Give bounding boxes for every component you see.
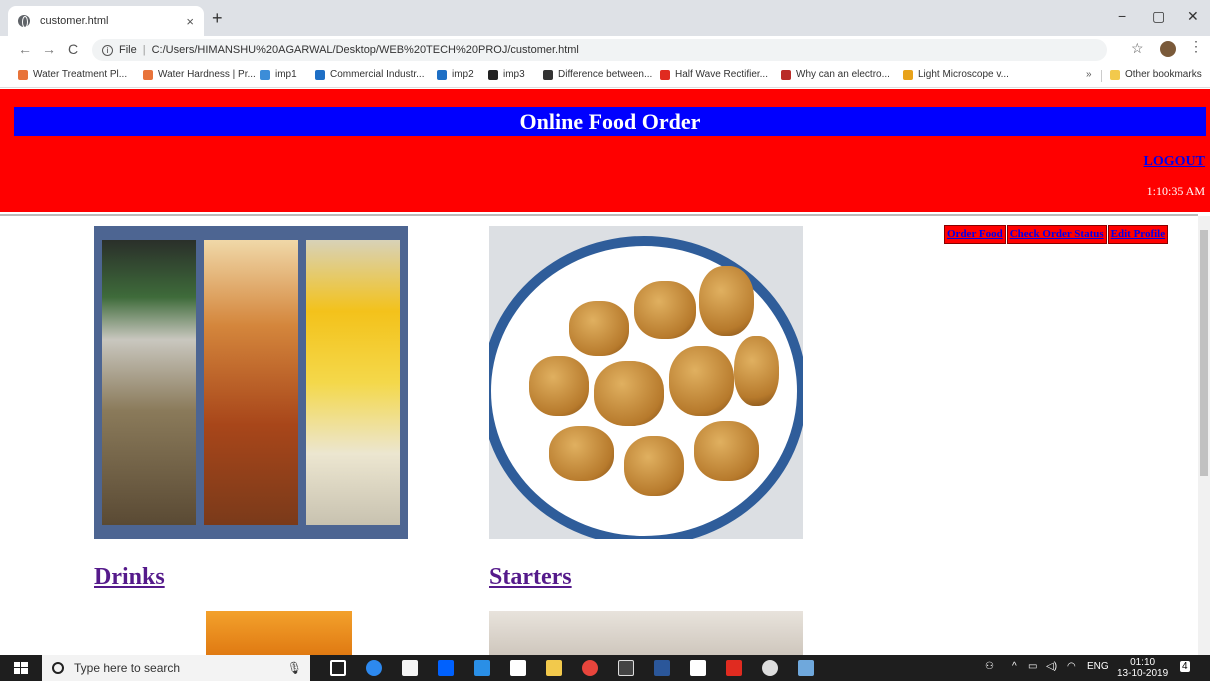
bookmarks-divider (1101, 70, 1102, 82)
main-course-image[interactable] (206, 611, 352, 655)
url-separator: | (142, 44, 146, 56)
bookmark-favicon-icon (315, 69, 325, 80)
site-header: Online Food Order LOGOUT 1:10:35 AM (0, 89, 1210, 212)
taskbar-search[interactable]: Type here to search 🎙 (42, 655, 310, 681)
order-food-link[interactable]: Order Food (944, 225, 1006, 244)
url-protocol: File (119, 44, 137, 56)
bookmark-favicon-icon (260, 69, 270, 80)
volume-icon[interactable]: ◁) (1046, 661, 1057, 672)
chrome-icon[interactable] (582, 660, 598, 676)
task-view-icon[interactable] (330, 660, 346, 676)
clock-date[interactable]: 01:10 13-10-2019 (1117, 657, 1168, 679)
bookmark-favicon-icon (543, 69, 553, 80)
file-explorer-icon[interactable] (546, 660, 562, 676)
bookmark-item[interactable]: Water Treatment Pl... (18, 69, 127, 80)
clock: 1:10:35 AM (1146, 184, 1205, 198)
windows-taskbar: Type here to search 🎙 ⚇ ^ ▭ ◁) ◠ ENG 01:… (0, 655, 1210, 681)
edit-profile-link[interactable]: Edit Profile (1107, 225, 1169, 244)
info-icon[interactable]: i (102, 44, 113, 56)
forward-button[interactable]: → (42, 41, 56, 57)
edge-icon[interactable] (366, 660, 382, 676)
customer-nav: Order Food Check Order Status Edit Profi… (944, 225, 1169, 244)
bookmark-item[interactable]: Why can an electro... (781, 69, 890, 80)
mail-icon[interactable] (510, 660, 526, 676)
scrollbar-thumb[interactable] (1200, 230, 1208, 476)
wifi-icon[interactable]: ◠ (1067, 661, 1076, 672)
close-window-button[interactable]: ✕ (1187, 8, 1199, 25)
maximize-button[interactable]: ▢ (1152, 8, 1165, 25)
app-icon[interactable] (474, 660, 490, 676)
notification-badge[interactable]: 4 (1180, 661, 1190, 672)
word-icon[interactable] (654, 660, 670, 676)
browser-menu-icon[interactable]: ⋮ (1189, 38, 1203, 55)
battery-icon[interactable]: ▭ (1028, 661, 1037, 672)
bookmark-item[interactable]: imp1 (260, 69, 297, 80)
chevron-up-icon[interactable]: ^ (1012, 661, 1017, 672)
bookmarks-bar: Water Treatment Pl... Water Hardness | P… (0, 64, 1210, 88)
bookmark-item[interactable]: Half Wave Rectifier... (660, 69, 768, 80)
bookmarks-overflow-icon[interactable]: » (1086, 69, 1092, 80)
reload-button[interactable]: C (68, 41, 78, 57)
starters-link[interactable]: Starters (489, 564, 572, 591)
other-bookmarks[interactable]: Other bookmarks (1110, 69, 1202, 80)
dessert-image[interactable] (489, 611, 803, 655)
page-scrollbar[interactable] (1198, 216, 1210, 655)
taskbar-date: 13-10-2019 (1117, 668, 1169, 679)
windows-start-icon[interactable] (14, 662, 28, 674)
acrobat-icon[interactable] (726, 660, 742, 676)
globe-icon (18, 15, 30, 28)
microphone-icon[interactable]: 🎙 (287, 661, 302, 675)
app-pin-icon[interactable] (798, 660, 814, 676)
dropbox-icon[interactable] (438, 660, 454, 676)
search-placeholder: Type here to search (74, 661, 181, 675)
taskbar-time: 01:10 (1130, 657, 1156, 668)
bookmark-favicon-icon (660, 69, 670, 80)
back-button[interactable]: ← (18, 41, 32, 57)
window-icon[interactable] (618, 660, 634, 676)
folder-icon (1110, 69, 1120, 80)
bookmark-item[interactable]: imp3 (488, 69, 525, 80)
browser-tab-strip: customer.html × + − ▢ ✕ (0, 0, 1210, 36)
url-text: C:/Users/HIMANSHU%20AGARWAL/Desktop/WEB%… (151, 44, 579, 56)
check-order-status-link[interactable]: Check Order Status (1006, 225, 1107, 244)
bookmark-favicon-icon (437, 69, 447, 80)
bookmark-favicon-icon (18, 69, 28, 80)
bookmark-favicon-icon (781, 69, 791, 80)
drinks-link[interactable]: Drinks (94, 564, 165, 591)
bookmark-favicon-icon (488, 69, 498, 80)
profile-avatar[interactable] (1160, 41, 1176, 57)
bookmark-item[interactable]: Light Microscope v... (903, 69, 1009, 80)
header-divider (0, 214, 1198, 216)
address-bar[interactable]: i File | C:/Users/HIMANSHU%20AGARWAL/Des… (92, 39, 1107, 61)
people-icon[interactable]: ⚇ (985, 661, 994, 672)
bookmark-item[interactable]: imp2 (437, 69, 474, 80)
logout-link[interactable]: LOGOUT (1144, 154, 1205, 170)
bookmark-star-icon[interactable]: ☆ (1131, 40, 1144, 57)
browser-tab[interactable]: customer.html × (8, 6, 204, 36)
language-indicator[interactable]: ENG (1087, 661, 1109, 672)
bookmark-favicon-icon (903, 69, 913, 80)
bookmark-item[interactable]: Difference between... (543, 69, 652, 80)
tab-title: customer.html (40, 15, 109, 27)
minimize-button[interactable]: − (1118, 8, 1126, 24)
page-title: Online Food Order (14, 107, 1206, 136)
bookmark-favicon-icon (143, 69, 153, 80)
new-tab-button[interactable]: + (212, 8, 223, 29)
bookmark-item[interactable]: Commercial Industr... (315, 69, 424, 80)
drinks-image[interactable] (94, 226, 408, 539)
cortana-icon (52, 662, 64, 674)
bookmark-item[interactable]: Water Hardness | Pr... (143, 69, 256, 80)
tab-close-icon[interactable]: × (186, 14, 194, 29)
settings-gear-icon[interactable] (762, 660, 778, 676)
store-icon[interactable] (402, 660, 418, 676)
photos-icon[interactable] (690, 660, 706, 676)
browser-toolbar: ← → C i File | C:/Users/HIMANSHU%20AGARW… (0, 36, 1210, 64)
starters-image[interactable] (489, 226, 803, 539)
